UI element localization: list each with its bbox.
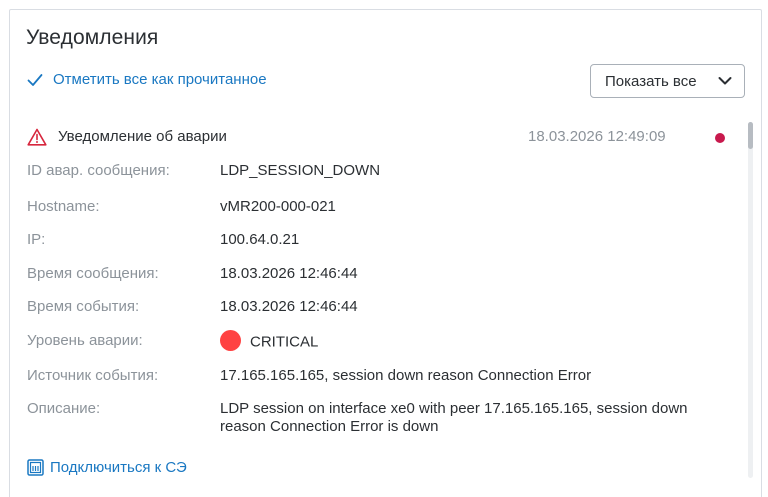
field-value: LDP session on interface xe0 with peer 1… [220, 400, 688, 435]
unread-indicator [715, 133, 725, 143]
scrollbar-thumb[interactable] [748, 122, 753, 149]
notification-title: Уведомление об аварии [58, 128, 227, 145]
field-value: vMR200-000-021 [220, 198, 336, 215]
notification-timestamp: 18.03.2026 12:49:09 [528, 128, 666, 145]
show-filter-dropdown[interactable]: Показать все [590, 64, 745, 98]
notifications-panel: Уведомления Отметить все как прочитанное… [9, 9, 762, 497]
connect-device-label: Подключиться к СЭ [50, 459, 187, 476]
field-label: IP: [27, 231, 46, 248]
field-label: Hostname: [27, 198, 100, 215]
connect-device-link[interactable]: Подключиться к СЭ [27, 459, 187, 476]
field-value: 100.64.0.21 [220, 231, 300, 248]
panel-title: Уведомления [26, 26, 159, 49]
terminal-icon [27, 459, 44, 476]
show-filter-label: Показать все [605, 72, 697, 90]
field-label: ID авар. сообщения: [27, 162, 170, 179]
field-label: Описание: [27, 400, 101, 417]
field-value: LDP_SESSION_DOWN [220, 162, 381, 179]
field-label: Источник события: [27, 367, 159, 384]
check-icon [27, 73, 43, 86]
field-label: Время сообщения: [27, 265, 159, 282]
mark-all-read-label: Отметить все как прочитанное [53, 71, 267, 88]
field-value: 17.165.165.165, session down reason Conn… [220, 367, 592, 384]
chevron-down-icon [718, 77, 732, 85]
field-value: 18.03.2026 12:46:44 [220, 265, 358, 282]
warning-triangle-icon [27, 128, 47, 146]
scrollbar-track[interactable] [748, 122, 753, 478]
severity-value: CRITICAL [220, 330, 319, 353]
field-label: Время события: [27, 298, 140, 315]
field-value: 18.03.2026 12:46:44 [220, 298, 358, 315]
severity-label: CRITICAL [250, 333, 319, 351]
field-label: Уровень аварии: [27, 332, 143, 349]
mark-all-read-link[interactable]: Отметить все как прочитанное [27, 71, 267, 88]
notification-header[interactable]: Уведомление об аварии 18.03.2026 12:49:0… [27, 127, 727, 151]
critical-severity-icon [220, 330, 241, 351]
